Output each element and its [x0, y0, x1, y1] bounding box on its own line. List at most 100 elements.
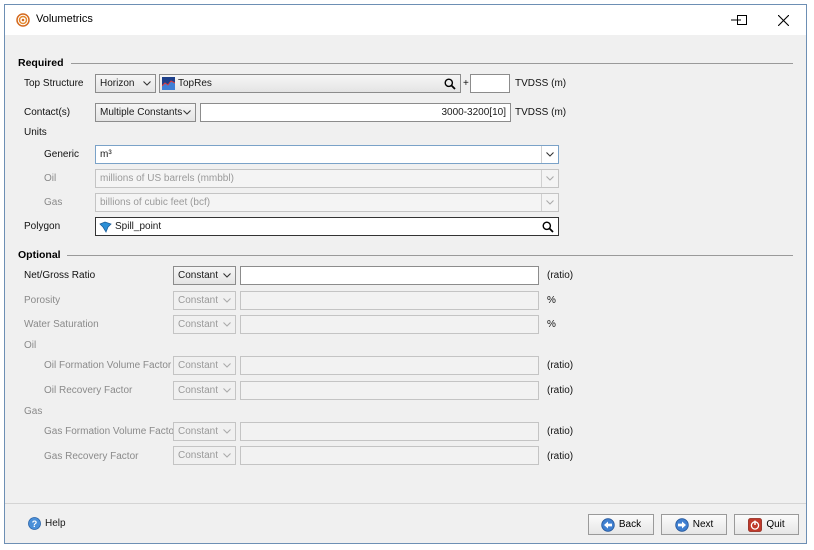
chevron-down-icon	[183, 110, 191, 115]
gas-rf-type-value: Constant	[178, 450, 219, 461]
polygon-value: Spill_point	[115, 221, 162, 232]
oil-rf-input[interactable]	[240, 381, 539, 400]
arrow-left-icon	[601, 517, 615, 532]
top-structure-object-name: TopRes	[178, 78, 212, 89]
help-label: Help	[45, 518, 66, 529]
next-button[interactable]: Next	[661, 514, 727, 535]
generic-unit-value: m³	[100, 149, 112, 160]
window-title: Volumetrics	[36, 13, 93, 25]
oil-fvf-input[interactable]	[240, 356, 539, 375]
gas-rf-unit: (ratio)	[547, 451, 574, 462]
chevron-down-icon	[143, 81, 151, 86]
volumetrics-app-icon	[16, 13, 30, 27]
net-gross-type-select[interactable]: Constant	[173, 266, 236, 285]
chevron-down-icon	[223, 388, 231, 393]
arrow-right-icon	[675, 517, 689, 532]
contacts-type-select[interactable]: Multiple Constants	[95, 103, 196, 122]
generic-unit-label: Generic	[44, 149, 80, 160]
horizon-icon	[162, 77, 175, 90]
porosity-label: Porosity	[24, 295, 61, 306]
quit-label: Quit	[766, 519, 785, 530]
oil-fvf-type-select[interactable]: Constant	[173, 356, 236, 375]
gas-fvf-unit: (ratio)	[547, 426, 574, 437]
units-label: Units	[24, 127, 47, 138]
top-structure-offset-input[interactable]	[470, 74, 510, 93]
chevron-down-icon	[223, 453, 231, 458]
top-structure-type-value: Horizon	[100, 78, 135, 89]
gas-rf-input[interactable]	[240, 446, 539, 465]
gas-fvf-input[interactable]	[240, 422, 539, 441]
gas-rf-type-select[interactable]: Constant	[173, 446, 236, 465]
water-saturation-type-value: Constant	[178, 319, 219, 330]
polygon-label: Polygon	[24, 221, 61, 232]
footer-divider	[5, 503, 806, 504]
title-bar: Volumetrics	[5, 5, 806, 35]
chevron-down-icon	[223, 363, 231, 368]
plus-sign: +	[463, 78, 469, 89]
chevron-down-icon	[223, 273, 231, 278]
gas-rf-label: Gas Recovery Factor	[44, 451, 139, 462]
porosity-type-value: Constant	[178, 295, 219, 306]
porosity-unit: %	[547, 295, 556, 306]
top-structure-label: Top Structure	[24, 78, 84, 89]
oil-rf-unit: (ratio)	[547, 385, 574, 396]
net-gross-unit: (ratio)	[547, 270, 574, 281]
water-saturation-type-select[interactable]: Constant	[173, 315, 236, 334]
oil-fvf-unit: (ratio)	[547, 360, 574, 371]
oil-fvf-label: Oil Formation Volume Factor	[44, 360, 172, 371]
gas-fvf-label: Gas Formation Volume Factor	[44, 426, 178, 437]
gas-unit-label: Gas	[44, 197, 63, 208]
oil-rf-type-select[interactable]: Constant	[173, 381, 236, 400]
optional-section-title: Optional	[18, 249, 61, 261]
contacts-unit: TVDSS (m)	[515, 107, 567, 118]
water-saturation-label: Water Saturation	[24, 319, 99, 330]
generic-unit-select[interactable]: m³	[95, 145, 559, 164]
search-icon[interactable]	[444, 78, 456, 90]
oil-unit-select[interactable]: millions of US barrels (mmbbl)	[95, 169, 559, 188]
help-link[interactable]: ? Help	[28, 517, 66, 530]
oil-fvf-type-value: Constant	[178, 360, 219, 371]
svg-text:?: ?	[32, 519, 38, 529]
back-button[interactable]: Back	[588, 514, 654, 535]
volumetrics-dialog: Volumetrics Required Top Structure Horiz…	[4, 4, 807, 544]
maximize-icon	[737, 15, 747, 25]
contacts-type-value: Multiple Constants	[100, 107, 183, 118]
water-saturation-input[interactable]	[240, 315, 539, 334]
porosity-input[interactable]	[240, 291, 539, 310]
top-structure-object-field[interactable]: TopRes	[159, 74, 461, 93]
gas-group-label: Gas	[24, 406, 43, 417]
chevron-down-icon	[223, 429, 231, 434]
chevron-down-icon	[546, 200, 554, 205]
oil-group-label: Oil	[24, 340, 37, 351]
next-label: Next	[692, 519, 714, 530]
search-icon[interactable]	[542, 221, 554, 233]
contacts-label: Contact(s)	[24, 107, 71, 118]
contacts-value-input[interactable]: 3000-3200[10]	[200, 103, 511, 122]
polygon-icon	[99, 221, 112, 233]
required-section-title: Required	[18, 57, 64, 69]
net-gross-input[interactable]	[240, 266, 539, 285]
net-gross-type-value: Constant	[178, 270, 219, 281]
polygon-field[interactable]: Spill_point	[95, 217, 559, 236]
gas-fvf-type-select[interactable]: Constant	[173, 422, 236, 441]
oil-unit-label: Oil	[44, 173, 57, 184]
maximize-button[interactable]	[720, 5, 764, 35]
oil-unit-value: millions of US barrels (mmbbl)	[100, 173, 234, 184]
porosity-type-select[interactable]: Constant	[173, 291, 236, 310]
quit-icon	[748, 517, 763, 532]
top-structure-type-select[interactable]: Horizon	[95, 74, 156, 93]
gas-unit-select[interactable]: billions of cubic feet (bcf)	[95, 193, 559, 212]
optional-divider	[67, 255, 793, 256]
gas-fvf-type-value: Constant	[178, 426, 219, 437]
help-icon: ?	[28, 517, 41, 530]
oil-rf-type-value: Constant	[178, 385, 219, 396]
top-structure-unit: TVDSS (m)	[515, 78, 567, 89]
water-saturation-unit: %	[547, 319, 556, 330]
oil-rf-label: Oil Recovery Factor	[44, 385, 133, 396]
back-label: Back	[618, 519, 642, 530]
chevron-down-icon	[546, 176, 554, 181]
required-divider	[71, 63, 793, 64]
close-button[interactable]	[761, 5, 805, 35]
contacts-value: 3000-3200[10]	[441, 107, 506, 118]
quit-button[interactable]: Quit	[734, 514, 799, 535]
